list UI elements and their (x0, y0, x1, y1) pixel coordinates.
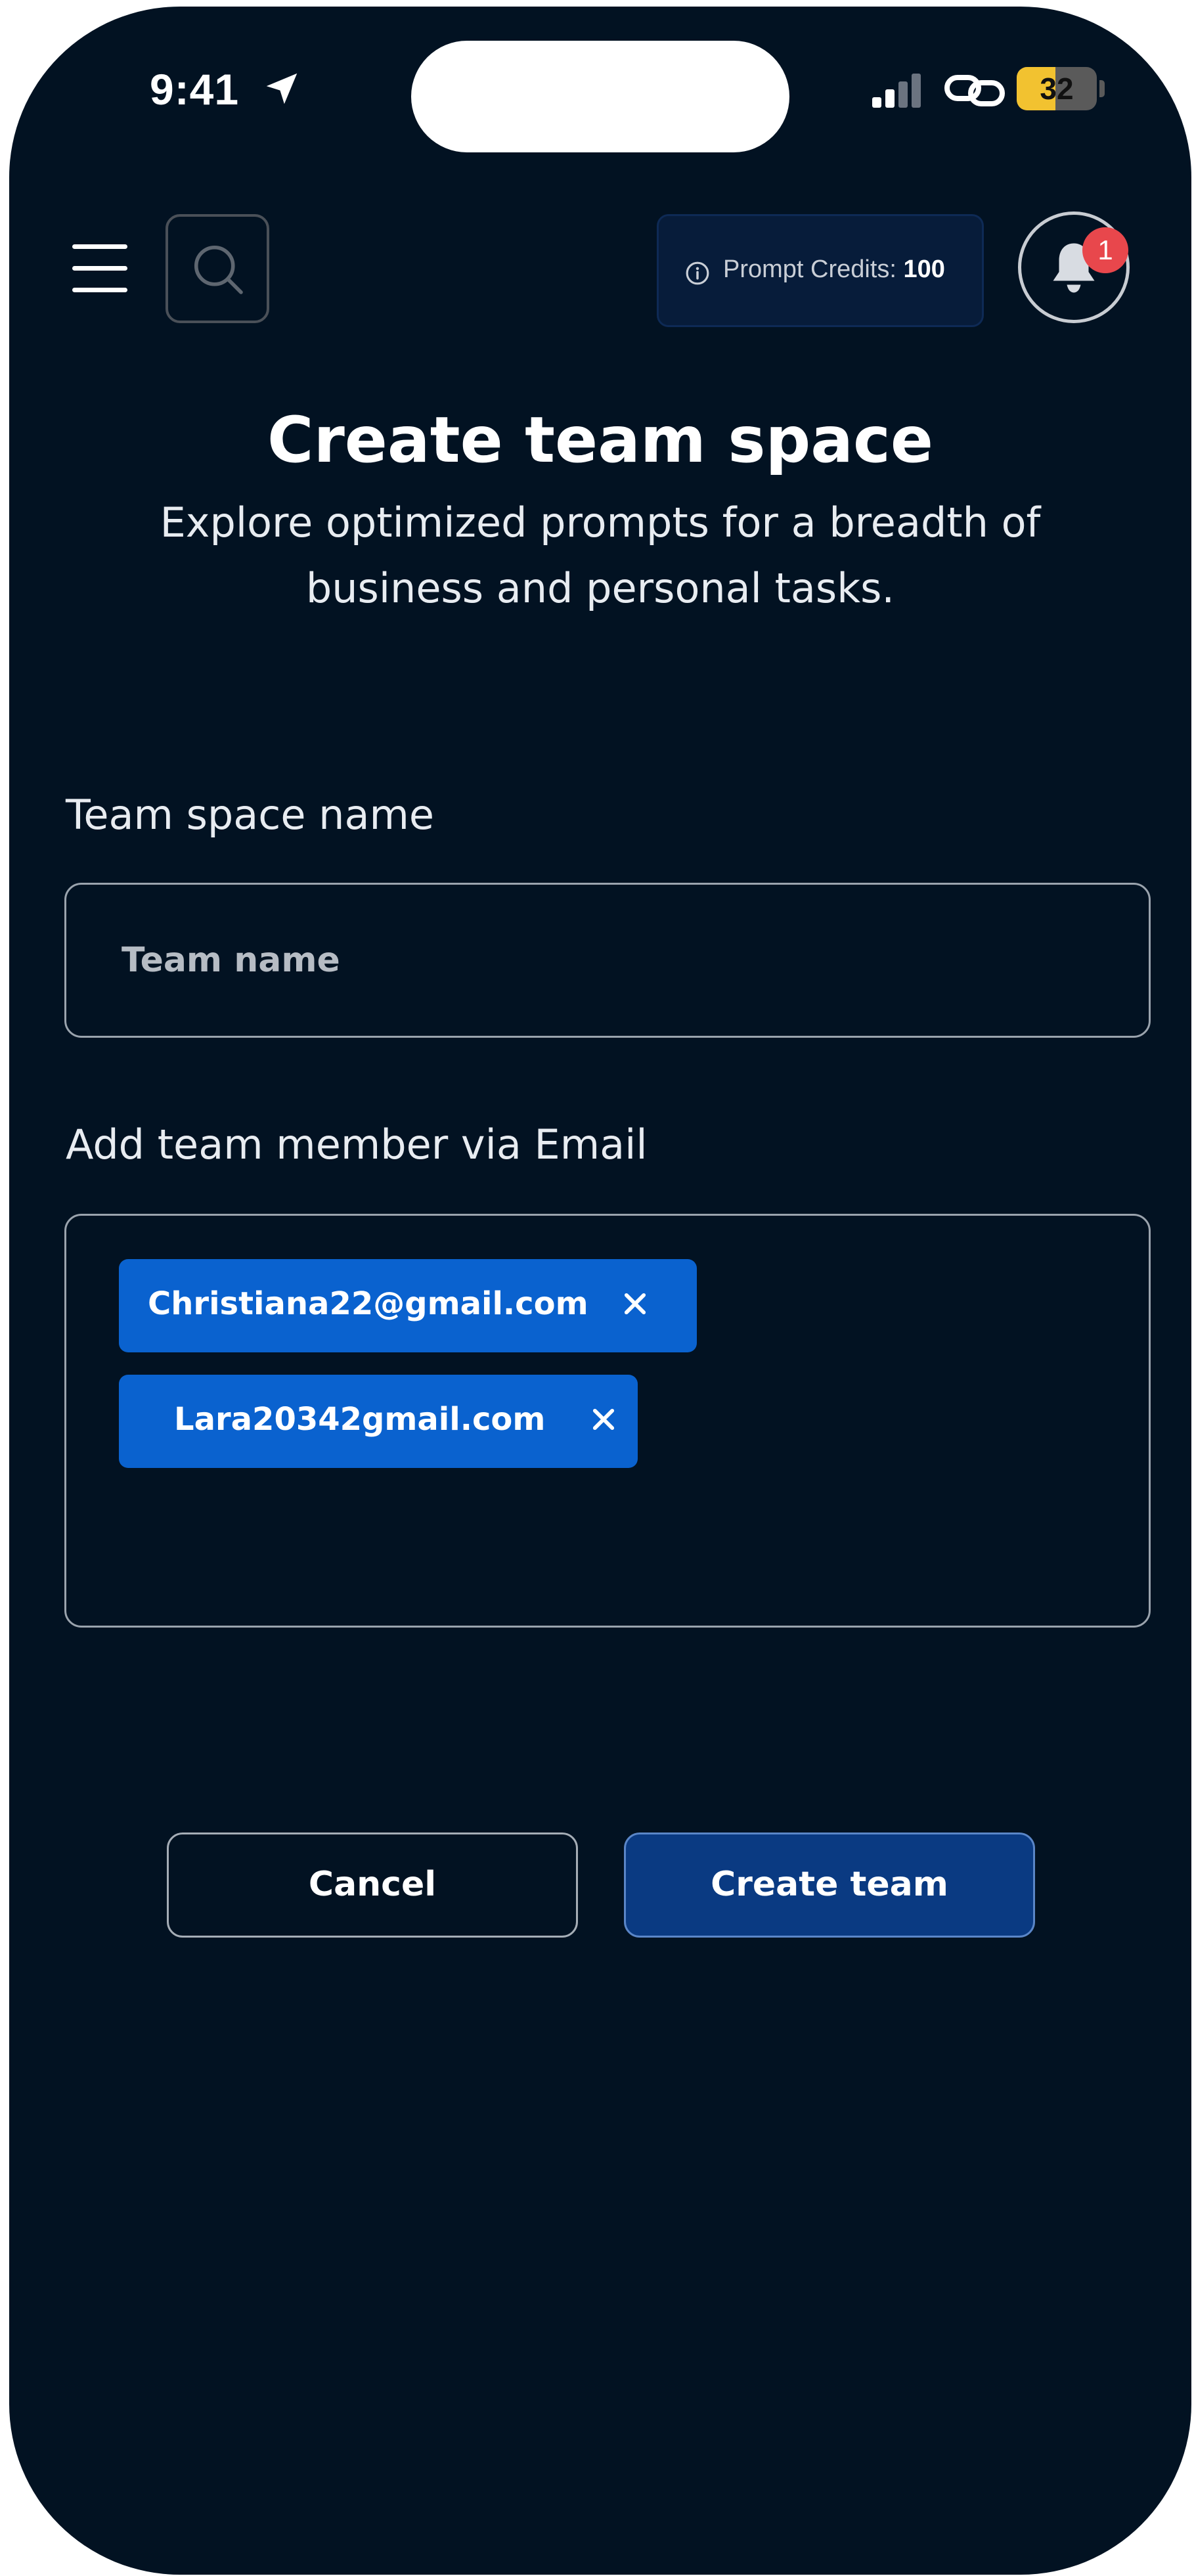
prompt-credits-text: Prompt Credits: 100 (723, 255, 945, 284)
prompt-credits-label: Prompt Credits: (723, 255, 896, 283)
search-button[interactable] (166, 214, 269, 323)
battery-level: 32 (1040, 72, 1074, 106)
phone-screen: 9:41 32 Prompt Credits: 100 1 Create tea… (9, 7, 1191, 2575)
email-input-box[interactable]: Christiana22@gmail.com Lara20342gmail.co… (64, 1214, 1151, 1628)
battery-icon: 32 (1017, 67, 1097, 110)
personal-hotspot-icon (944, 75, 1005, 106)
prompt-credits-value: 100 (903, 255, 945, 283)
page-title: Create team space (267, 403, 933, 477)
page-subtitle: Explore optimized prompts for a breadth … (160, 499, 1041, 612)
battery-tip (1099, 80, 1105, 97)
cancel-button[interactable]: Cancel (167, 1832, 578, 1938)
team-name-label: Team space name (66, 791, 434, 839)
email-chip: Christiana22@gmail.com (119, 1259, 697, 1352)
status-time: 9:41 (150, 65, 240, 114)
dynamic-island (411, 41, 789, 152)
info-icon (686, 261, 709, 285)
email-chip-text: Christiana22@gmail.com (148, 1285, 588, 1322)
email-chip-text: Lara20342gmail.com (174, 1401, 546, 1438)
cellular-signal-icon (872, 74, 921, 108)
team-name-input[interactable] (64, 883, 1151, 1038)
search-icon (194, 245, 243, 294)
email-chip: Lara20342gmail.com (119, 1375, 638, 1468)
create-team-button[interactable]: Create team (624, 1832, 1035, 1938)
menu-icon[interactable] (72, 244, 127, 293)
remove-email-icon[interactable] (589, 1405, 618, 1434)
prompt-credits-pill[interactable]: Prompt Credits: 100 (657, 214, 984, 327)
location-arrow-icon (266, 73, 298, 104)
notification-badge: 1 (1082, 227, 1128, 273)
email-label: Add team member via Email (66, 1121, 648, 1168)
remove-email-icon[interactable] (621, 1289, 650, 1318)
